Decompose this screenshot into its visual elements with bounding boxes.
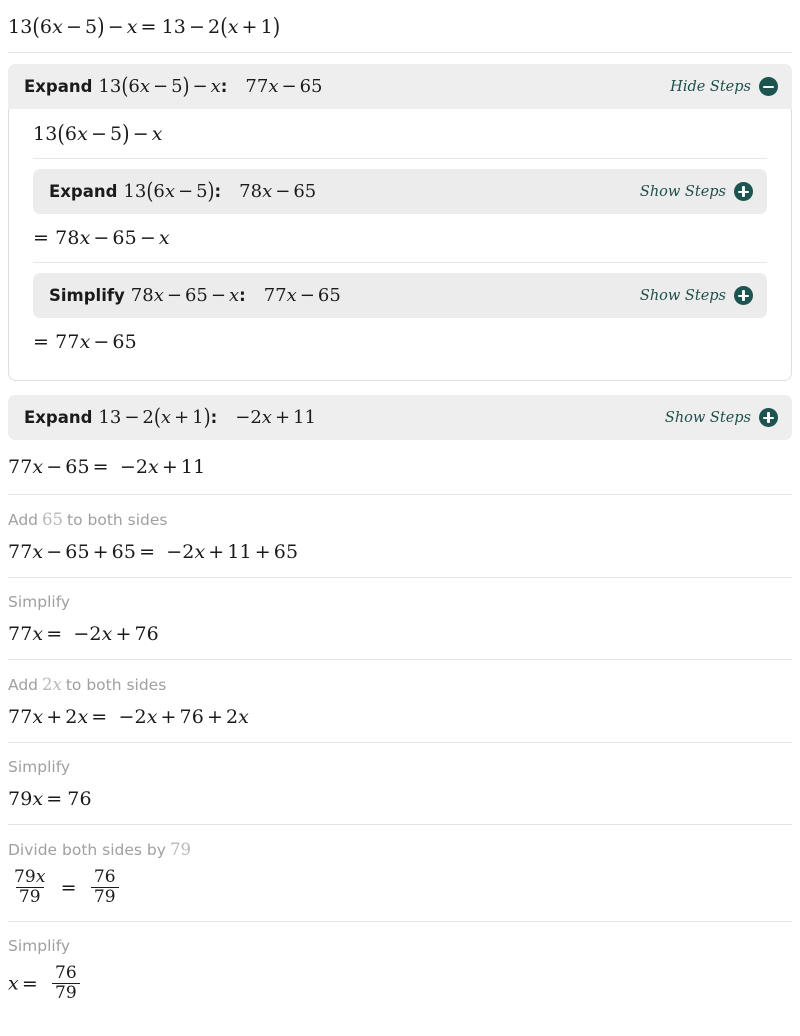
problem-equation: 13(6x −5) − x = 13−2(x +1) <box>8 13 281 41</box>
fraction-numerator: 76 <box>93 867 116 887</box>
step-equation: 77x −65 +65 = −2x +11 +65 <box>8 541 299 563</box>
substep-simplify-header[interactable]: Simplify 78x −65− x: 77x −65 Show Steps <box>33 273 767 318</box>
final-answer: x = 76 79 <box>8 955 792 1017</box>
expand-right-colon: : <box>210 408 218 427</box>
substep-simplify-result-line: = 77x −65 <box>33 331 137 353</box>
step-caption: Simplify <box>8 743 792 776</box>
step-equation: 77x = −2x +76 <box>8 623 159 645</box>
substep-simplify-colon: : <box>239 286 246 305</box>
expand-right-toggle[interactable]: Show Steps <box>665 408 778 427</box>
minus-circle-icon[interactable] <box>759 77 778 96</box>
expand-right-result: −2x +11 <box>235 407 316 428</box>
divider <box>33 262 767 263</box>
caption-math: 2x <box>42 675 62 694</box>
main-equation-step: 77x −65 = −2x +11 <box>0 440 800 494</box>
expand-left-colon: : <box>220 77 228 96</box>
divider <box>33 158 767 159</box>
substep-simplify-label: Simplify 78x −65− x: 77x −65 <box>49 285 341 306</box>
fraction-answer: 76 79 <box>52 964 80 1003</box>
expand-left-expression: 13(6x −5) − x <box>98 73 221 100</box>
solution-page: 13(6x −5) − x = 13−2(x +1) Expand 13(6x −5) − x: … <box>0 0 800 1017</box>
expand-right-toggle-label: Show Steps <box>664 409 751 426</box>
step-caption: Add 2x to both sides <box>8 660 792 694</box>
expand-right-lead: Expand <box>24 408 93 427</box>
substep-expand-result-line: = 78x −65− x <box>33 227 170 249</box>
expand-left-toggle-label: Hide Steps <box>670 78 751 95</box>
step-equation: 79x 79 = 76 79 <box>8 859 792 921</box>
step-caption: Divide both sides by 79 <box>8 825 792 859</box>
step-equation: 77x +2x = −2x +76 +2x <box>8 706 249 728</box>
caption-before: Simplify <box>8 758 71 776</box>
fraction-denominator: 79 <box>90 887 119 907</box>
fraction-left: 79x 79 <box>11 867 49 907</box>
fraction-denominator: 79 <box>52 983 80 1003</box>
step-equation: 79x = 76 <box>8 788 92 810</box>
fraction-numerator: 76 <box>55 963 77 984</box>
substep-simplify-lead: Simplify <box>49 286 125 305</box>
solution-step-divide: Divide both sides by 79 79x 79 = 76 79 <box>0 825 800 921</box>
caption-before: Add <box>8 511 39 529</box>
solution-step-simplify-1: Simplify 77x = −2x +76 <box>0 578 800 659</box>
solution-step-add2x: Add 2x to both sides 77x +2x = −2x +76 +2x <box>0 660 800 742</box>
substep-expand-colon: : <box>214 182 222 201</box>
expand-left-header[interactable]: Expand 13(6x −5) − x: 77x −65 Hide Steps <box>8 64 792 109</box>
fraction-numerator: 79x <box>14 867 46 887</box>
expand-right-expression: 13−2(x +1) <box>98 404 211 431</box>
caption-before: Simplify <box>8 937 71 956</box>
expand-left-opening-expression: 13(6x −5) − x <box>33 120 163 148</box>
substep-expand-expression: 13(6x −5) <box>123 178 215 205</box>
caption-before: Simplify <box>8 593 71 611</box>
fraction-right: 76 79 <box>90 867 119 907</box>
substep-expand-header[interactable]: Expand 13(6x −5): 78x −65 Show Steps <box>33 169 767 214</box>
substep-simplify-toggle-label: Show Steps <box>639 287 726 304</box>
substep-simplify-toggle[interactable]: Show Steps <box>640 286 753 305</box>
solution-step-simplify-2: Simplify 79x = 76 <box>0 743 800 824</box>
solution-step-final: Simplify x = 76 79 <box>0 922 800 1017</box>
substep-expand-toggle-label: Show Steps <box>639 183 726 200</box>
substep-simplify-expression: 78x −65− x <box>130 285 240 306</box>
expand-right-header[interactable]: Expand 13−2(x +1): −2x +11 Show Steps <box>8 395 792 440</box>
expand-left-toggle[interactable]: Hide Steps <box>670 77 778 96</box>
step-caption: Add 65 to both sides <box>8 495 792 529</box>
step-caption: Simplify <box>8 578 792 611</box>
plus-circle-icon[interactable] <box>759 408 778 427</box>
main-equation: 77x −65 = −2x +11 <box>8 456 206 478</box>
fraction-denominator: 79 <box>15 887 44 907</box>
caption-after: to both sides <box>67 511 168 529</box>
plus-circle-icon[interactable] <box>734 286 753 305</box>
expand-right-label: Expand 13−2(x +1): −2x +11 <box>24 404 316 431</box>
step-caption: Simplify <box>8 922 792 955</box>
solution-step-add65: Add 65 to both sides 77x −65 +65 = −2x +11 +6… <box>0 495 800 577</box>
substep-expand-label: Expand 13(6x −5): 78x −65 <box>49 178 317 205</box>
expand-left-label: Expand 13(6x −5) − x: 77x −65 <box>24 73 323 100</box>
substep-expand-toggle[interactable]: Show Steps <box>640 182 753 201</box>
expand-left-lead: Expand <box>24 77 93 96</box>
substep-simplify-result: 77x −65 <box>263 285 341 306</box>
caption-before: Add <box>8 676 39 694</box>
plus-circle-icon[interactable] <box>734 182 753 201</box>
expand-left-body: 13(6x −5) − x Expand 13(6x −5): 78x −65 Show … <box>8 109 792 381</box>
divider <box>8 52 792 53</box>
expand-left-result: 77x −65 <box>245 76 323 97</box>
caption-math: 65 <box>42 510 64 529</box>
caption-before: Divide both sides by <box>8 841 166 859</box>
caption-after: to both sides <box>65 676 167 694</box>
substep-expand-lead: Expand <box>49 182 118 201</box>
substep-expand-result: 78x −65 <box>239 181 317 202</box>
caption-math: 79 <box>169 840 191 859</box>
